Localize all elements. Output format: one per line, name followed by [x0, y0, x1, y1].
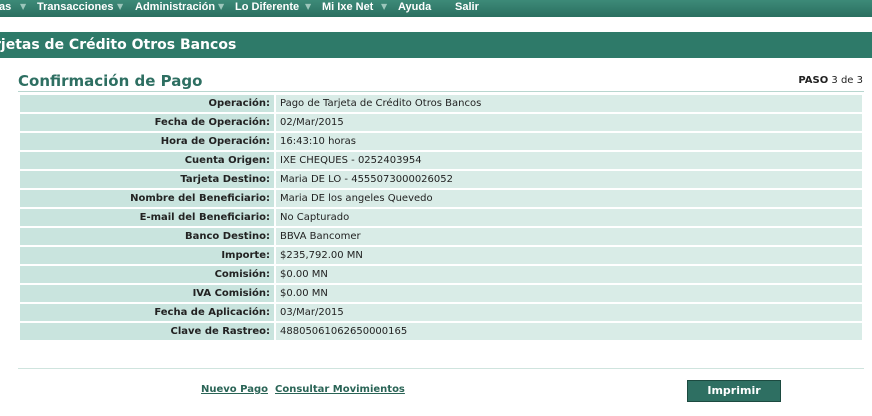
table-row: IVA Comisión: $0.00 MN [20, 285, 862, 302]
step-text: 3 de 3 [831, 75, 863, 86]
table-row: Comisión: $0.00 MN [20, 266, 862, 283]
row-label: Banco Destino: [20, 228, 274, 245]
row-value: Maria DE LO - 4555073000026052 [276, 171, 862, 188]
table-row: Cuenta Origen: IXE CHEQUES - 0252403954 [20, 152, 862, 169]
row-value: BBVA Bancomer [276, 228, 862, 245]
row-label: Operación: [20, 95, 274, 112]
row-label: Comisión: [20, 266, 274, 283]
table-bottom-divider [18, 368, 864, 369]
nav-separator-arrow-icon: ▼ [117, 2, 124, 11]
nav-item-ayuda[interactable]: Ayuda [398, 0, 431, 17]
row-value: 03/Mar/2015 [276, 304, 862, 321]
table-row: Hora de Operación: 16:43:10 horas [20, 133, 862, 150]
new-payment-link[interactable]: Nuevo Pago [201, 384, 268, 395]
table-row: Clave de Rastreo: 48805061062650000165 [20, 323, 862, 340]
nav-separator-arrow-icon: ▼ [218, 2, 225, 11]
nav-item-transacciones[interactable]: Transacciones [37, 0, 113, 17]
section-title: rjetas de Crédito Otros Bancos [0, 37, 237, 53]
table-row: Fecha de Operación: 02/Mar/2015 [20, 114, 862, 131]
view-movements-link[interactable]: Consultar Movimientos [275, 384, 405, 395]
row-value: Maria DE los angeles Quevedo [276, 190, 862, 207]
row-value: IXE CHEQUES - 0252403954 [276, 152, 862, 169]
row-value: Pago de Tarjeta de Crédito Otros Bancos [276, 95, 862, 112]
row-value: 16:43:10 horas [276, 133, 862, 150]
nav-separator-arrow-icon: ▼ [20, 2, 27, 11]
nav-item-administracion[interactable]: Administración [135, 0, 215, 17]
confirmation-table: Operación: Pago de Tarjeta de Crédito Otr… [18, 93, 864, 342]
nav-item-lo-diferente[interactable]: Lo Diferente [235, 0, 299, 17]
top-nav-bar: as ▼ Transacciones ▼ Administración ▼ Lo… [0, 0, 872, 17]
table-row: Tarjeta Destino: Maria DE LO - 4555073000… [20, 171, 862, 188]
nav-separator-arrow-icon: ▼ [381, 2, 388, 11]
nav-item-cuentas[interactable]: as [0, 0, 11, 17]
row-label: Fecha de Aplicación: [20, 304, 274, 321]
table-row: Banco Destino: BBVA Bancomer [20, 228, 862, 245]
row-label: E-mail del Beneficiario: [20, 209, 274, 226]
row-value: 02/Mar/2015 [276, 114, 862, 131]
table-row: Fecha de Aplicación: 03/Mar/2015 [20, 304, 862, 321]
page-title: Confirmación de Pago [18, 72, 203, 90]
row-label: Cuenta Origen: [20, 152, 274, 169]
row-label: Nombre del Beneficiario: [20, 190, 274, 207]
table-row: Operación: Pago de Tarjeta de Crédito Otr… [20, 95, 862, 112]
row-label: Tarjeta Destino: [20, 171, 274, 188]
nav-item-salir[interactable]: Salir [455, 0, 479, 17]
step-indicator: PASO 3 de 3 [798, 75, 863, 86]
row-label: IVA Comisión: [20, 285, 274, 302]
row-label: Hora de Operación: [20, 133, 274, 150]
row-value: $235,792.00 MN [276, 247, 862, 264]
print-button[interactable]: Imprimir [687, 380, 781, 402]
table-row: E-mail del Beneficiario: No Capturado [20, 209, 862, 226]
step-label: PASO [798, 75, 829, 86]
section-header: rjetas de Crédito Otros Bancos [0, 32, 872, 58]
row-value: 48805061062650000165 [276, 323, 862, 340]
title-divider [18, 91, 864, 92]
row-label: Fecha de Operación: [20, 114, 274, 131]
row-label: Clave de Rastreo: [20, 323, 274, 340]
row-value: $0.00 MN [276, 266, 862, 283]
nav-separator-arrow-icon: ▼ [305, 2, 312, 11]
table-row: Nombre del Beneficiario: Maria DE los ang… [20, 190, 862, 207]
row-label: Importe: [20, 247, 274, 264]
row-value: $0.00 MN [276, 285, 862, 302]
row-value: No Capturado [276, 209, 862, 226]
table-row: Importe: $235,792.00 MN [20, 247, 862, 264]
nav-item-mi-ixe-net[interactable]: Mi Ixe Net [322, 0, 373, 17]
